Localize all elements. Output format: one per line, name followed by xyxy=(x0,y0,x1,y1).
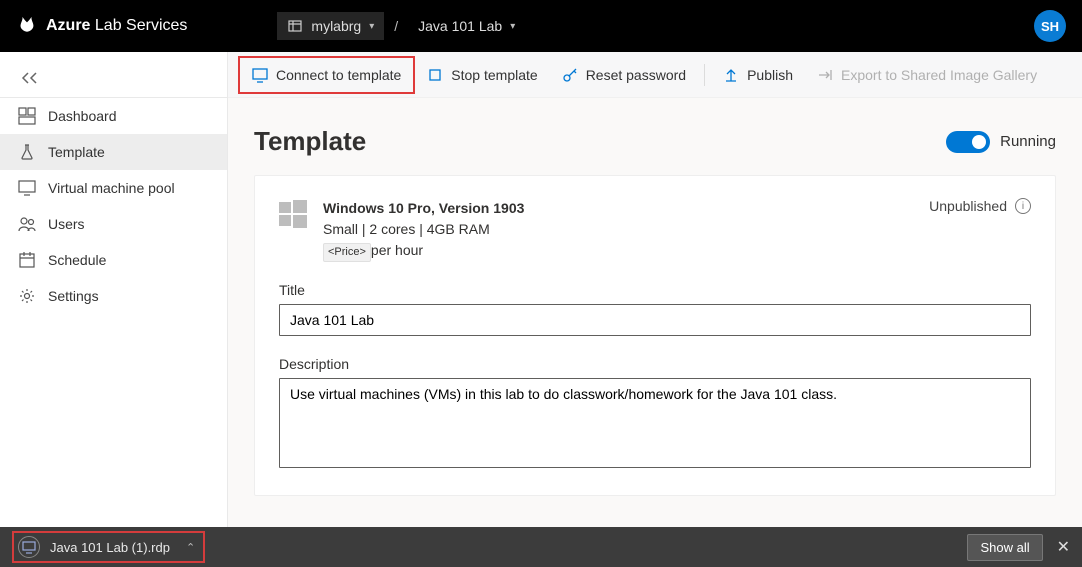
sidebar-item-label: Users xyxy=(48,216,85,232)
top-header: Azure Lab Services mylabrg ▾ / Java 101 … xyxy=(0,0,1082,52)
brand-bold: Azure xyxy=(46,17,90,34)
os-name: Windows 10 Pro, Version 1903 xyxy=(323,198,524,219)
collapse-icon xyxy=(20,71,40,85)
breadcrumb-rg-label: mylabrg xyxy=(311,18,361,34)
calendar-icon xyxy=(18,251,36,269)
stop-template-button[interactable]: Stop template xyxy=(415,60,549,90)
size-line: Small | 2 cores | 4GB RAM xyxy=(323,219,524,240)
title-input[interactable] xyxy=(279,304,1031,336)
sidebar-item-settings[interactable]: Settings xyxy=(0,278,227,314)
sidebar-item-vm-pool[interactable]: Virtual machine pool xyxy=(0,170,227,206)
publish-status-label: Unpublished xyxy=(929,198,1007,214)
toolbar-label: Reset password xyxy=(586,67,686,83)
breadcrumb-resource-group[interactable]: mylabrg ▾ xyxy=(277,12,384,40)
brand-rest: Lab Services xyxy=(95,17,188,34)
reset-password-button[interactable]: Reset password xyxy=(550,60,698,90)
breadcrumb-lab[interactable]: Java 101 Lab ▾ xyxy=(408,12,525,40)
price-badge: <Price> xyxy=(323,243,371,262)
publish-icon xyxy=(723,67,739,83)
chevron-down-icon: ▾ xyxy=(510,21,515,32)
command-bar: Connect to template Stop template Reset … xyxy=(228,52,1082,98)
breadcrumb-separator: / xyxy=(394,18,398,34)
dashboard-icon xyxy=(18,107,36,125)
breadcrumb-bar: mylabrg ▾ / Java 101 Lab ▾ xyxy=(277,12,525,40)
toolbar-label: Stop template xyxy=(451,67,537,83)
export-icon xyxy=(817,67,833,83)
sidebar-item-label: Dashboard xyxy=(48,108,117,124)
sidebar-item-template[interactable]: Template xyxy=(0,134,227,170)
collapse-sidebar-button[interactable] xyxy=(0,58,227,98)
chevron-up-icon: ⌃ xyxy=(186,541,195,554)
page-title: Template xyxy=(254,126,366,157)
breadcrumb-lab-label: Java 101 Lab xyxy=(418,18,502,34)
publish-button[interactable]: Publish xyxy=(711,60,805,90)
info-icon[interactable]: i xyxy=(1015,198,1031,214)
description-label: Description xyxy=(279,356,1031,372)
flask-icon xyxy=(18,143,36,161)
chevron-down-icon: ▾ xyxy=(369,21,374,32)
sidebar-item-users[interactable]: Users xyxy=(0,206,227,242)
publish-status: Unpublished i xyxy=(929,198,1031,214)
sidebar-item-label: Template xyxy=(48,144,105,160)
rdp-file-icon xyxy=(18,536,40,558)
annotation-box: Connect to template xyxy=(238,56,415,94)
stop-icon xyxy=(427,67,443,83)
sidebar: Dashboard Template Virtual machine pool … xyxy=(0,52,228,527)
sidebar-item-label: Virtual machine pool xyxy=(48,180,175,196)
connect-icon xyxy=(252,67,268,83)
toolbar-separator xyxy=(704,64,705,86)
description-textarea[interactable] xyxy=(279,378,1031,468)
sidebar-item-schedule[interactable]: Schedule xyxy=(0,242,227,278)
toolbar-label: Publish xyxy=(747,67,793,83)
export-gallery-button: Export to Shared Image Gallery xyxy=(805,60,1049,90)
connect-template-button[interactable]: Connect to template xyxy=(240,60,413,90)
sidebar-item-dashboard[interactable]: Dashboard xyxy=(0,98,227,134)
toolbar-label: Connect to template xyxy=(276,67,401,83)
windows-logo-icon xyxy=(279,200,307,228)
gear-icon xyxy=(18,287,36,305)
spec-text: Windows 10 Pro, Version 1903 Small | 2 c… xyxy=(323,198,524,262)
download-item[interactable]: Java 101 Lab (1).rdp ⌃ xyxy=(12,531,205,563)
show-all-button[interactable]: Show all xyxy=(967,534,1042,561)
monitor-icon xyxy=(18,179,36,197)
template-card: Windows 10 Pro, Version 1903 Small | 2 c… xyxy=(254,175,1056,496)
price-suffix: per hour xyxy=(371,242,423,258)
download-filename: Java 101 Lab (1).rdp xyxy=(50,540,170,555)
running-label: Running xyxy=(1000,133,1056,150)
key-icon xyxy=(562,67,578,83)
running-toggle[interactable] xyxy=(946,131,990,153)
toolbar-label: Export to Shared Image Gallery xyxy=(841,67,1037,83)
sidebar-item-label: Schedule xyxy=(48,252,106,268)
running-status-group: Running xyxy=(946,131,1056,153)
sidebar-item-label: Settings xyxy=(48,288,99,304)
user-avatar[interactable]: SH xyxy=(1034,10,1066,42)
downloads-bar: Java 101 Lab (1).rdp ⌃ Show all ✕ xyxy=(0,527,1082,567)
users-icon xyxy=(18,215,36,233)
azure-labs-logo-icon xyxy=(16,15,38,37)
title-label: Title xyxy=(279,282,1031,298)
content-area: Template Running Windows 10 Pro, Version… xyxy=(228,98,1082,527)
close-downloads-button[interactable]: ✕ xyxy=(1057,537,1070,557)
resource-group-icon xyxy=(287,18,303,34)
brand: Azure Lab Services xyxy=(16,15,187,37)
